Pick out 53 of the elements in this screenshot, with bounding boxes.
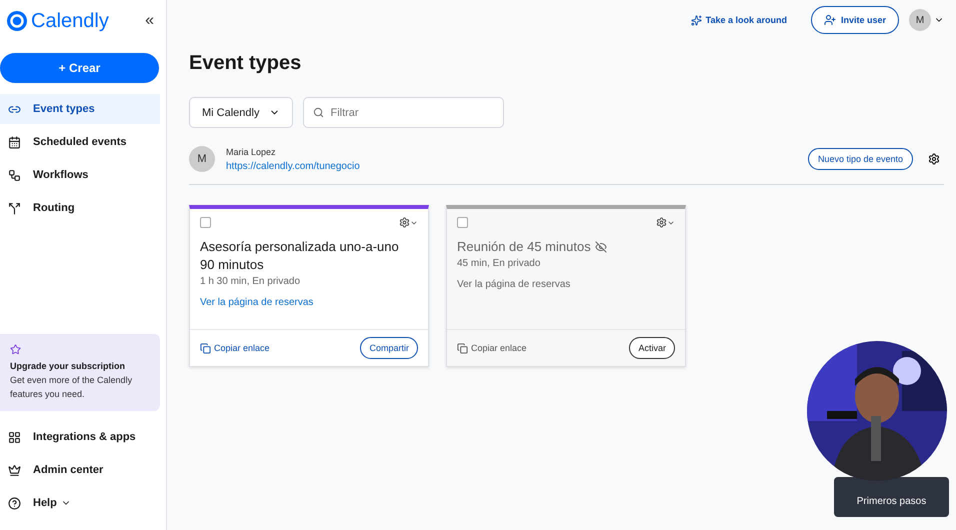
upgrade-text: Get even more of the Calendly features you need. [10, 374, 134, 401]
copy-icon [457, 342, 468, 354]
settings-icon[interactable] [656, 217, 675, 228]
settings-icon[interactable] [928, 153, 940, 165]
booking-page-link[interactable]: Ver la página de reservas [200, 297, 418, 308]
booking-page-link[interactable]: Ver la página de reservas [457, 279, 675, 290]
sidebar-item[interactable]: Workflows [0, 160, 160, 190]
calendar-icon [8, 136, 21, 148]
crown-icon [8, 464, 21, 476]
user-name: Maria Lopez [226, 146, 277, 156]
event-title: Asesoría personalizada uno-a-uno 90 minutos [200, 238, 400, 274]
new-event-type-button[interactable]: Nuevo tipo de evento [808, 148, 913, 170]
logo-icon [6, 10, 28, 32]
tour-link[interactable]: Take a look around [684, 14, 793, 26]
collapse-button[interactable]: « [145, 12, 154, 30]
copy-link-button[interactable]: Copiar enlace [200, 342, 270, 354]
brand-name: Calendly [31, 10, 109, 32]
add-user-icon [824, 14, 836, 26]
getting-started-button[interactable]: Primeros pasos [834, 477, 949, 517]
create-button[interactable]: + Crear [0, 53, 159, 83]
star-icon [10, 344, 21, 355]
event-details: 45 min, En privado [457, 258, 542, 269]
event-title: Reunión de 45 minutos [457, 238, 591, 256]
settings-icon[interactable] [399, 217, 418, 228]
sidebar-item[interactable]: Scheduled events [0, 127, 160, 157]
sidebar-item[interactable]: Integrations & apps [0, 422, 160, 452]
sparkle-icon [690, 14, 702, 26]
workflow-icon [8, 168, 21, 182]
share-button[interactable]: Compartir [360, 337, 418, 359]
hidden-icon [594, 241, 607, 253]
card-checkbox[interactable] [200, 217, 211, 228]
copy-link-button[interactable]: Copiar enlace [457, 342, 527, 354]
calendar-dropdown[interactable]: Mi Calendly [189, 97, 294, 128]
upgrade-title: Upgrade your subscription [10, 360, 126, 373]
sidebar-item[interactable]: Event types [0, 94, 160, 124]
activate-button[interactable]: Activar [629, 337, 675, 359]
user-avatar[interactable]: M [909, 9, 931, 31]
event-details: 1 h 30 min, En privado [200, 276, 302, 287]
search-field[interactable]: Filtrar [303, 97, 504, 128]
user-avatar: M [189, 146, 215, 172]
search-icon [313, 107, 324, 118]
scheduling-link[interactable]: https://calendly.com/tunegocio [226, 160, 797, 172]
card-checkbox[interactable] [457, 217, 468, 228]
sidebar-item[interactable]: Help [0, 488, 160, 518]
routing-icon [8, 202, 21, 214]
grid-icon [8, 430, 21, 444]
sidebar-item[interactable]: Admin center [0, 455, 160, 485]
help-icon [8, 496, 21, 510]
invite-user-button[interactable]: Invite user [810, 6, 899, 34]
page-title: Event types [189, 52, 302, 75]
sidebar-item[interactable]: Routing [0, 193, 160, 223]
upgrade-card[interactable]: Upgrade your subscription Get even more of the Calendly features you need. [0, 334, 160, 411]
copy-icon [200, 342, 211, 354]
